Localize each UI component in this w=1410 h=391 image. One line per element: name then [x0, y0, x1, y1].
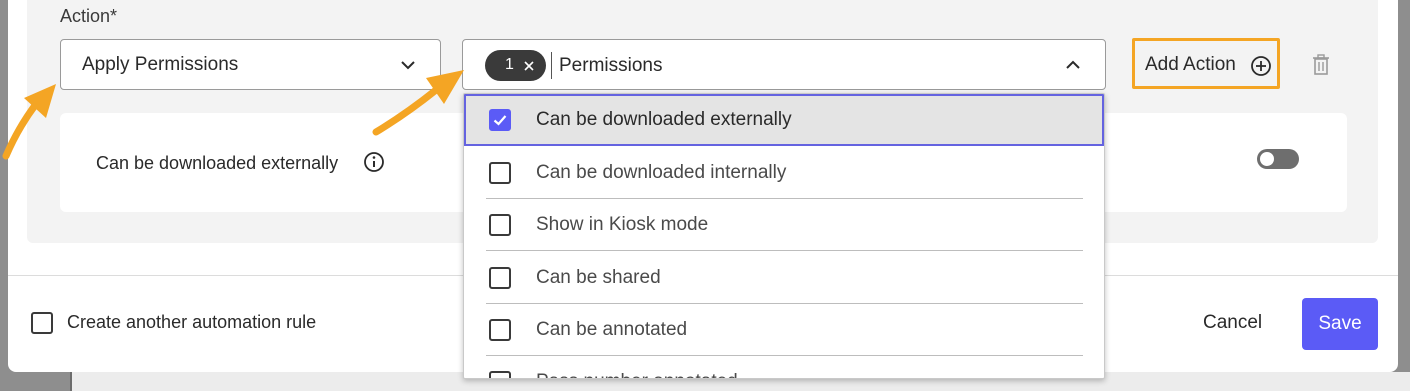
option-label: Can be downloaded externally [536, 109, 792, 130]
checkbox[interactable] [489, 267, 511, 289]
chevron-up-icon[interactable] [1065, 60, 1081, 70]
checkbox[interactable] [489, 162, 511, 184]
option-divider [486, 250, 1083, 251]
option-label: Show in Kiosk mode [536, 214, 709, 235]
option-can-be-annotated[interactable]: Can be annotated [464, 304, 1104, 356]
permissions-label: Permissions [559, 55, 663, 76]
permissions-multiselect[interactable]: 1 Permissions [462, 39, 1106, 90]
option-label: Pass number annotated [536, 371, 738, 378]
arrow-annotation [372, 70, 464, 136]
checkbox[interactable] [489, 371, 511, 378]
cancel-button[interactable]: Cancel [1203, 312, 1262, 334]
option-can-be-downloaded-externally[interactable]: Can be downloaded externally [464, 94, 1104, 146]
permission-toggle[interactable] [1257, 149, 1299, 169]
info-icon[interactable] [363, 151, 385, 178]
save-button[interactable]: Save [1302, 298, 1378, 350]
action-type-value: Apply Permissions [82, 54, 239, 75]
option-can-be-downloaded-internally[interactable]: Can be downloaded internally [464, 147, 1104, 199]
checkmark-icon [493, 115, 507, 126]
option-can-be-shared[interactable]: Can be shared [464, 252, 1104, 304]
add-action-button[interactable]: Add Action [1132, 38, 1280, 89]
permissions-dropdown: Can be downloaded externally Can be down… [463, 93, 1105, 379]
selected-count-chip[interactable]: 1 [485, 50, 546, 81]
add-action-label: Add Action [1145, 54, 1236, 75]
chip-count: 1 [505, 56, 514, 73]
option-show-in-kiosk-mode[interactable]: Show in Kiosk mode [464, 199, 1104, 251]
close-icon[interactable] [523, 59, 535, 77]
action-section-label: Action* [60, 6, 118, 26]
permission-rule-label: Can be downloaded externally [96, 153, 339, 173]
option-label: Can be shared [536, 267, 661, 288]
chip-divider [551, 52, 552, 79]
option-label: Can be annotated [536, 319, 688, 340]
create-another-checkbox[interactable] [31, 312, 53, 334]
trash-icon[interactable] [1311, 54, 1331, 81]
checkbox[interactable] [489, 214, 511, 236]
checkbox[interactable] [489, 319, 511, 341]
option-label: Can be downloaded internally [536, 162, 787, 183]
option-partially-visible[interactable]: Pass number annotated [464, 356, 1104, 378]
arrow-annotation [2, 84, 56, 160]
plus-circle-icon [1250, 55, 1272, 82]
create-another-label: Create another automation rule [67, 312, 317, 332]
toggle-knob [1260, 152, 1274, 166]
checkbox-checked[interactable] [489, 109, 511, 131]
